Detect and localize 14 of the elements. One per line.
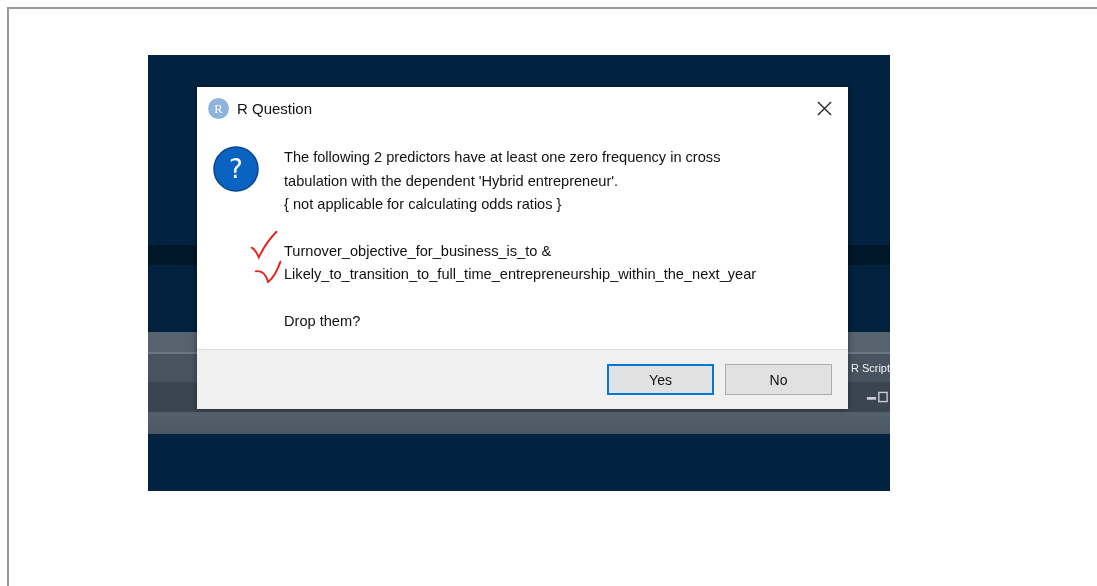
- message-text: { not applicable for calculating odds ratios }: [284, 195, 563, 214]
- dialog-title: R Question: [237, 99, 314, 117]
- dialog-button[interactable]: Yes: [607, 364, 714, 395]
- window-controls-icon: [866, 391, 888, 403]
- predictor-name: Turnover_objective_for_business_is_to &: [284, 242, 552, 259]
- question-icon: ?: [213, 146, 259, 192]
- message-text: tabulation with the dependent 'Hybrid entrepreneur'.: [284, 171, 620, 191]
- predictor-name: Likely_to_transition_to_full_time_entrepreneurship_within_the_next_year: [284, 266, 757, 282]
- tab-label: R Script: [850, 362, 890, 374]
- dialog-button[interactable]: No: [725, 364, 832, 395]
- message-text: The following 2 predictors have at least one zero frequency in cross: [284, 148, 722, 167]
- question-text: Drop them?: [284, 311, 362, 331]
- close-icon[interactable]: [817, 100, 832, 116]
- r-logo-icon: R: [208, 97, 229, 119]
